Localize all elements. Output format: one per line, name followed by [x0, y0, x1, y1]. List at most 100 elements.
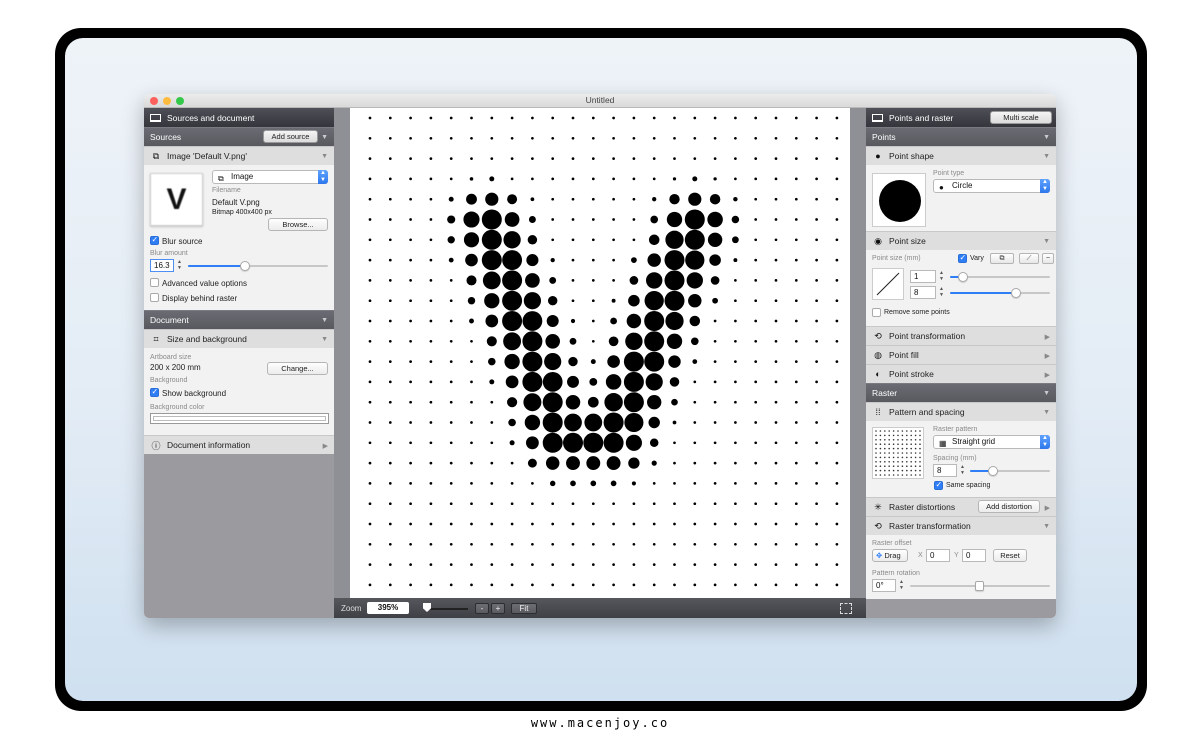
preview-point: [914, 452, 917, 454]
zoom-fit-button[interactable]: Fit: [511, 603, 537, 614]
preview-point: [914, 469, 917, 472]
size-max-field[interactable]: 8: [910, 286, 936, 299]
pattern-rotation-label: Pattern rotation: [872, 570, 920, 577]
point-shape-header[interactable]: ● Point shape ▼: [866, 146, 1056, 165]
raster-point: [774, 299, 778, 303]
raster-point: [815, 542, 818, 546]
browse-button[interactable]: Browse...: [268, 218, 328, 231]
raster-point: [632, 583, 636, 587]
points-section-header[interactable]: Points ▼: [866, 127, 1056, 146]
raster-point: [713, 157, 717, 160]
size-min-knob[interactable]: [958, 272, 968, 282]
add-source-button[interactable]: Add source: [263, 130, 318, 143]
background-color-well[interactable]: [150, 413, 329, 424]
point-transformation-title: Point transformation: [889, 331, 966, 341]
rotation-field[interactable]: 0°: [872, 579, 896, 592]
point-transformation-header[interactable]: ⟲ Point transformation ▶: [866, 326, 1056, 345]
blur-amount-field[interactable]: 16.3: [150, 259, 174, 272]
raster-point: [368, 421, 372, 424]
size-background-header[interactable]: ⌗ Size and background ▼: [144, 329, 334, 348]
advanced-options-checkbox[interactable]: [150, 278, 159, 287]
size-min-stepper[interactable]: ▲ ▼: [938, 270, 945, 283]
raster-point: [368, 157, 372, 160]
rotation-stepper[interactable]: ▲ ▼: [898, 579, 905, 592]
size-min-field[interactable]: 1: [910, 270, 936, 283]
point-size-header[interactable]: ◉ Point size ▼: [866, 231, 1056, 250]
show-background-checkbox[interactable]: [150, 387, 159, 397]
same-spacing-checkbox[interactable]: [934, 480, 943, 490]
raster-point: [490, 482, 494, 485]
blur-amount-slider[interactable]: [188, 261, 328, 271]
vary-checkbox[interactable]: [958, 253, 967, 263]
size-max-slider[interactable]: [950, 288, 1050, 298]
offset-x-field[interactable]: 0: [926, 549, 950, 562]
rotation-slider[interactable]: [910, 581, 1050, 591]
document-info-header[interactable]: ⓘ Document information ▶: [144, 435, 334, 454]
rotation-knob[interactable]: [975, 581, 984, 591]
spacing-knob[interactable]: [988, 466, 998, 476]
multi-scale-button[interactable]: Multi scale: [990, 111, 1052, 124]
image-source-header[interactable]: ⧉ Image 'Default V.png' ▼: [144, 146, 334, 165]
size-max-stepper[interactable]: ▲ ▼: [938, 286, 945, 299]
raster-point: [689, 315, 701, 327]
raster-point: [794, 177, 798, 181]
raster-point: [368, 380, 372, 384]
raster-point: [835, 380, 839, 384]
spacing-stepper[interactable]: ▲ ▼: [959, 464, 966, 477]
raster-point: [368, 482, 372, 485]
display-behind-checkbox[interactable]: [150, 293, 159, 302]
size-max-knob[interactable]: [1011, 288, 1021, 298]
preview-point: [910, 434, 912, 437]
preview-point: [879, 439, 882, 441]
add-distortion-button[interactable]: Add distortion: [978, 500, 1040, 513]
drag-button[interactable]: ✥ Drag: [872, 549, 908, 562]
zoom-out-button[interactable]: -: [475, 603, 489, 614]
blur-slider-knob[interactable]: [240, 261, 251, 271]
raster-distortions-header[interactable]: ✳ Raster distortions Add distortion ▶: [866, 497, 1056, 516]
document-section-header[interactable]: Document ▼: [144, 310, 334, 329]
zoom-slider-knob[interactable]: [423, 603, 431, 612]
reset-offset-button[interactable]: Reset: [993, 549, 1027, 562]
background-label: Background: [150, 377, 188, 384]
fullscreen-icon[interactable]: [840, 603, 852, 614]
raster-point: [731, 215, 740, 224]
raster-point: [774, 583, 778, 587]
image-source-icon[interactable]: ⧉: [990, 253, 1014, 264]
remove-points-checkbox[interactable]: [872, 308, 881, 317]
raster-pattern-label: Raster pattern: [933, 426, 978, 433]
spacing-field[interactable]: 8: [933, 464, 957, 477]
raster-point: [632, 502, 636, 506]
artboard[interactable]: [350, 108, 850, 598]
offset-y-field[interactable]: 0: [962, 549, 986, 562]
raster-point: [587, 396, 599, 408]
curve-icon[interactable]: ~: [1042, 253, 1054, 264]
blur-amount-stepper[interactable]: ▲ ▼: [176, 259, 183, 272]
raster-section-header[interactable]: Raster ▼: [866, 383, 1056, 402]
raster-point: [510, 482, 514, 485]
preview-point: [888, 439, 890, 441]
pattern-spacing-header[interactable]: ⁞⁞ Pattern and spacing ▼: [866, 402, 1056, 421]
change-size-button[interactable]: Change...: [267, 362, 328, 375]
canvas-area[interactable]: [334, 108, 866, 598]
raster-transformation-header[interactable]: ⟲ Raster transformation ▼: [866, 516, 1056, 535]
raster-point: [754, 279, 758, 282]
chevron-right-icon: ▶: [1044, 334, 1050, 341]
point-type-select[interactable]: ● Circle ▲ ▼: [933, 179, 1050, 193]
zoom-in-button[interactable]: +: [491, 603, 505, 614]
zoom-field[interactable]: 395%: [367, 602, 409, 614]
size-min-slider[interactable]: [950, 272, 1050, 282]
blur-source-checkbox[interactable]: [150, 235, 159, 245]
spacing-slider[interactable]: [970, 466, 1050, 476]
raster-point: [632, 542, 636, 546]
raster-point: [693, 583, 697, 587]
raster-pattern-select[interactable]: ▦ Straight grid ▲ ▼: [933, 435, 1050, 449]
raster-point: [835, 197, 839, 201]
source-type-select[interactable]: ⧉ Image ▲ ▼: [212, 170, 328, 184]
sources-section-header[interactable]: Sources Add source ▼: [144, 127, 334, 146]
raster-point: [523, 393, 542, 412]
point-fill-header[interactable]: ◍ Point fill ▶: [866, 345, 1056, 364]
raster-point: [571, 299, 575, 303]
point-stroke-header[interactable]: ◐ Point stroke ▶: [866, 364, 1056, 383]
point-size-label: Point size (mm): [872, 255, 921, 262]
linear-curve-icon[interactable]: ⟋: [1019, 253, 1039, 264]
